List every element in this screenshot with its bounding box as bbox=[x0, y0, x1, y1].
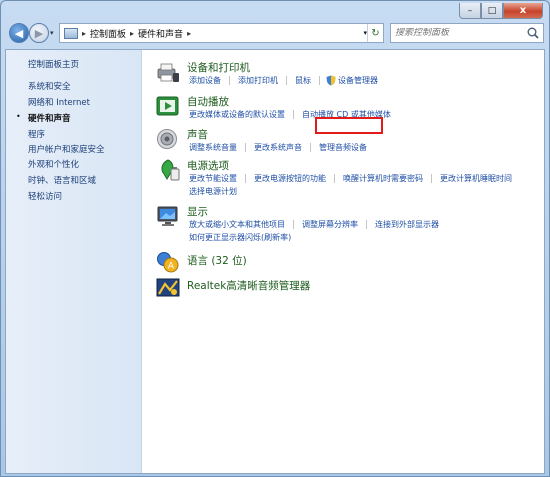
device-manager-link[interactable]: 设备管理器 bbox=[336, 75, 380, 86]
devices-printers-title[interactable]: 设备和打印机 bbox=[187, 60, 250, 75]
language-title[interactable]: 语言 (32 位) bbox=[187, 253, 247, 268]
refresh-icon[interactable]: ↻ bbox=[367, 24, 383, 42]
manage-audio-devices-link[interactable]: 管理音频设备 bbox=[317, 142, 369, 153]
control-panel-icon bbox=[64, 27, 78, 39]
nav-clock-language-region[interactable]: 时钟、语言和区域 bbox=[28, 174, 96, 186]
link-divider bbox=[286, 76, 287, 85]
search-input[interactable] bbox=[395, 28, 523, 38]
breadcrumb-control-panel[interactable]: 控制面板 bbox=[90, 27, 126, 40]
breadcrumb-hardware-sound[interactable]: 硬件和声音 bbox=[138, 27, 183, 40]
link-divider bbox=[310, 143, 311, 152]
breadcrumb-separator[interactable]: ▸ bbox=[130, 29, 134, 38]
link-divider bbox=[431, 174, 432, 183]
autoplay-title[interactable]: 自动播放 bbox=[187, 94, 229, 109]
nav-network-internet[interactable]: 网络和 Internet bbox=[28, 96, 90, 108]
autoplay-icon bbox=[156, 96, 179, 116]
sound-title[interactable]: 声音 bbox=[187, 127, 208, 142]
mouse-link[interactable]: 鼠标 bbox=[293, 75, 313, 86]
nav-programs[interactable]: 程序 bbox=[28, 128, 45, 140]
navigation-bar: ◀ ▶ ▾ ▸ 控制面板 ▸ 硬件和声音 ▸ ▾ ↻ bbox=[5, 23, 545, 45]
sound-links: 调整系统音量 更改系统声音 管理音频设备 bbox=[187, 142, 369, 153]
link-divider bbox=[293, 110, 294, 119]
display-icon bbox=[157, 206, 178, 226]
address-bar[interactable]: ▸ 控制面板 ▸ 硬件和声音 ▸ ▾ ↻ bbox=[59, 23, 384, 43]
devices-printers-links: 添加设备 添加打印机 鼠标 设备管理器 bbox=[187, 75, 380, 86]
link-divider bbox=[245, 174, 246, 183]
forward-button[interactable]: ▶ bbox=[29, 23, 49, 43]
change-system-sounds-link[interactable]: 更改系统声音 bbox=[252, 142, 304, 153]
change-power-buttons-link[interactable]: 更改电源按钮的功能 bbox=[252, 173, 328, 184]
printer-icon bbox=[157, 63, 179, 82]
display-links-row1: 放大或缩小文本和其他项目 调整屏幕分辨率 连接到外部显示器 bbox=[187, 219, 441, 230]
svg-text:A: A bbox=[168, 262, 175, 272]
choose-power-plan-link[interactable]: 选择电源计划 bbox=[187, 186, 239, 197]
minimize-button[interactable]: – bbox=[459, 3, 481, 19]
link-divider bbox=[245, 143, 246, 152]
maximize-button[interactable]: □ bbox=[481, 3, 503, 19]
speaker-icon bbox=[157, 129, 177, 149]
main-content: 控制面板主页 系统和安全 网络和 Internet • 硬件和声音 程序 用户帐… bbox=[5, 49, 545, 474]
navigation-pane: 控制面板主页 系统和安全 网络和 Internet • 硬件和声音 程序 用户帐… bbox=[6, 50, 142, 473]
search-box[interactable] bbox=[390, 23, 544, 43]
search-icon[interactable] bbox=[526, 26, 540, 40]
nav-user-accounts[interactable]: 用户帐户和家庭安全 bbox=[28, 143, 105, 155]
realtek-title[interactable]: Realtek高清晰音频管理器 bbox=[187, 278, 310, 293]
monitor-flicker-link[interactable]: 如何更正显示器闪烁(刷新率) bbox=[187, 232, 293, 243]
nav-ease-of-access[interactable]: 轻松访问 bbox=[28, 190, 62, 202]
caption-buttons: – □ x bbox=[459, 3, 543, 20]
link-divider bbox=[293, 220, 294, 229]
back-button[interactable]: ◀ bbox=[9, 23, 29, 43]
breadcrumb-separator[interactable]: ▸ bbox=[187, 29, 191, 38]
link-divider bbox=[334, 174, 335, 183]
link-divider bbox=[229, 76, 230, 85]
power-icon bbox=[161, 159, 180, 181]
device-manager-highlight bbox=[315, 117, 383, 134]
power-options-links-row1: 更改节能设置 更改电源按钮的功能 唤醒计算机时需要密码 更改计算机睡眠时间 bbox=[187, 173, 514, 184]
realtek-icon bbox=[156, 278, 180, 297]
shield-icon bbox=[326, 75, 336, 86]
require-password-wake-link[interactable]: 唤醒计算机时需要密码 bbox=[341, 173, 425, 184]
power-options-links-row2: 选择电源计划 bbox=[187, 186, 239, 197]
display-links-row2: 如何更正显示器闪烁(刷新率) bbox=[187, 232, 293, 243]
text-size-link[interactable]: 放大或缩小文本和其他项目 bbox=[187, 219, 287, 230]
recent-pages-dropdown[interactable]: ▾ bbox=[50, 29, 54, 37]
adjust-volume-link[interactable]: 调整系统音量 bbox=[187, 142, 239, 153]
nav-control-panel-home[interactable]: 控制面板主页 bbox=[28, 58, 79, 70]
screen-resolution-link[interactable]: 调整屏幕分辨率 bbox=[300, 219, 360, 230]
language-icon: A bbox=[157, 252, 179, 273]
power-options-title[interactable]: 电源选项 bbox=[187, 158, 229, 173]
change-media-defaults-link[interactable]: 更改媒体或设备的默认设置 bbox=[187, 109, 287, 120]
nav-system-security[interactable]: 系统和安全 bbox=[28, 80, 71, 92]
external-display-link[interactable]: 连接到外部显示器 bbox=[373, 219, 441, 230]
close-button[interactable]: x bbox=[503, 3, 543, 19]
breadcrumb-separator[interactable]: ▸ bbox=[82, 29, 86, 38]
change-power-saving-link[interactable]: 更改节能设置 bbox=[187, 173, 239, 184]
nav-hardware-sound[interactable]: 硬件和声音 bbox=[28, 112, 71, 124]
display-title[interactable]: 显示 bbox=[187, 204, 208, 219]
link-divider bbox=[319, 76, 320, 85]
change-sleep-time-link[interactable]: 更改计算机睡眠时间 bbox=[438, 173, 514, 184]
link-divider bbox=[366, 220, 367, 229]
add-printer-link[interactable]: 添加打印机 bbox=[236, 75, 280, 86]
current-item-bullet: • bbox=[16, 112, 21, 121]
nav-appearance[interactable]: 外观和个性化 bbox=[28, 158, 79, 170]
add-device-link[interactable]: 添加设备 bbox=[187, 75, 223, 86]
control-panel-window: – □ x ◀ ▶ ▾ ▸ 控制面板 ▸ 硬件和声音 ▸ ▾ ↻ 控制面板主页 bbox=[0, 0, 550, 477]
